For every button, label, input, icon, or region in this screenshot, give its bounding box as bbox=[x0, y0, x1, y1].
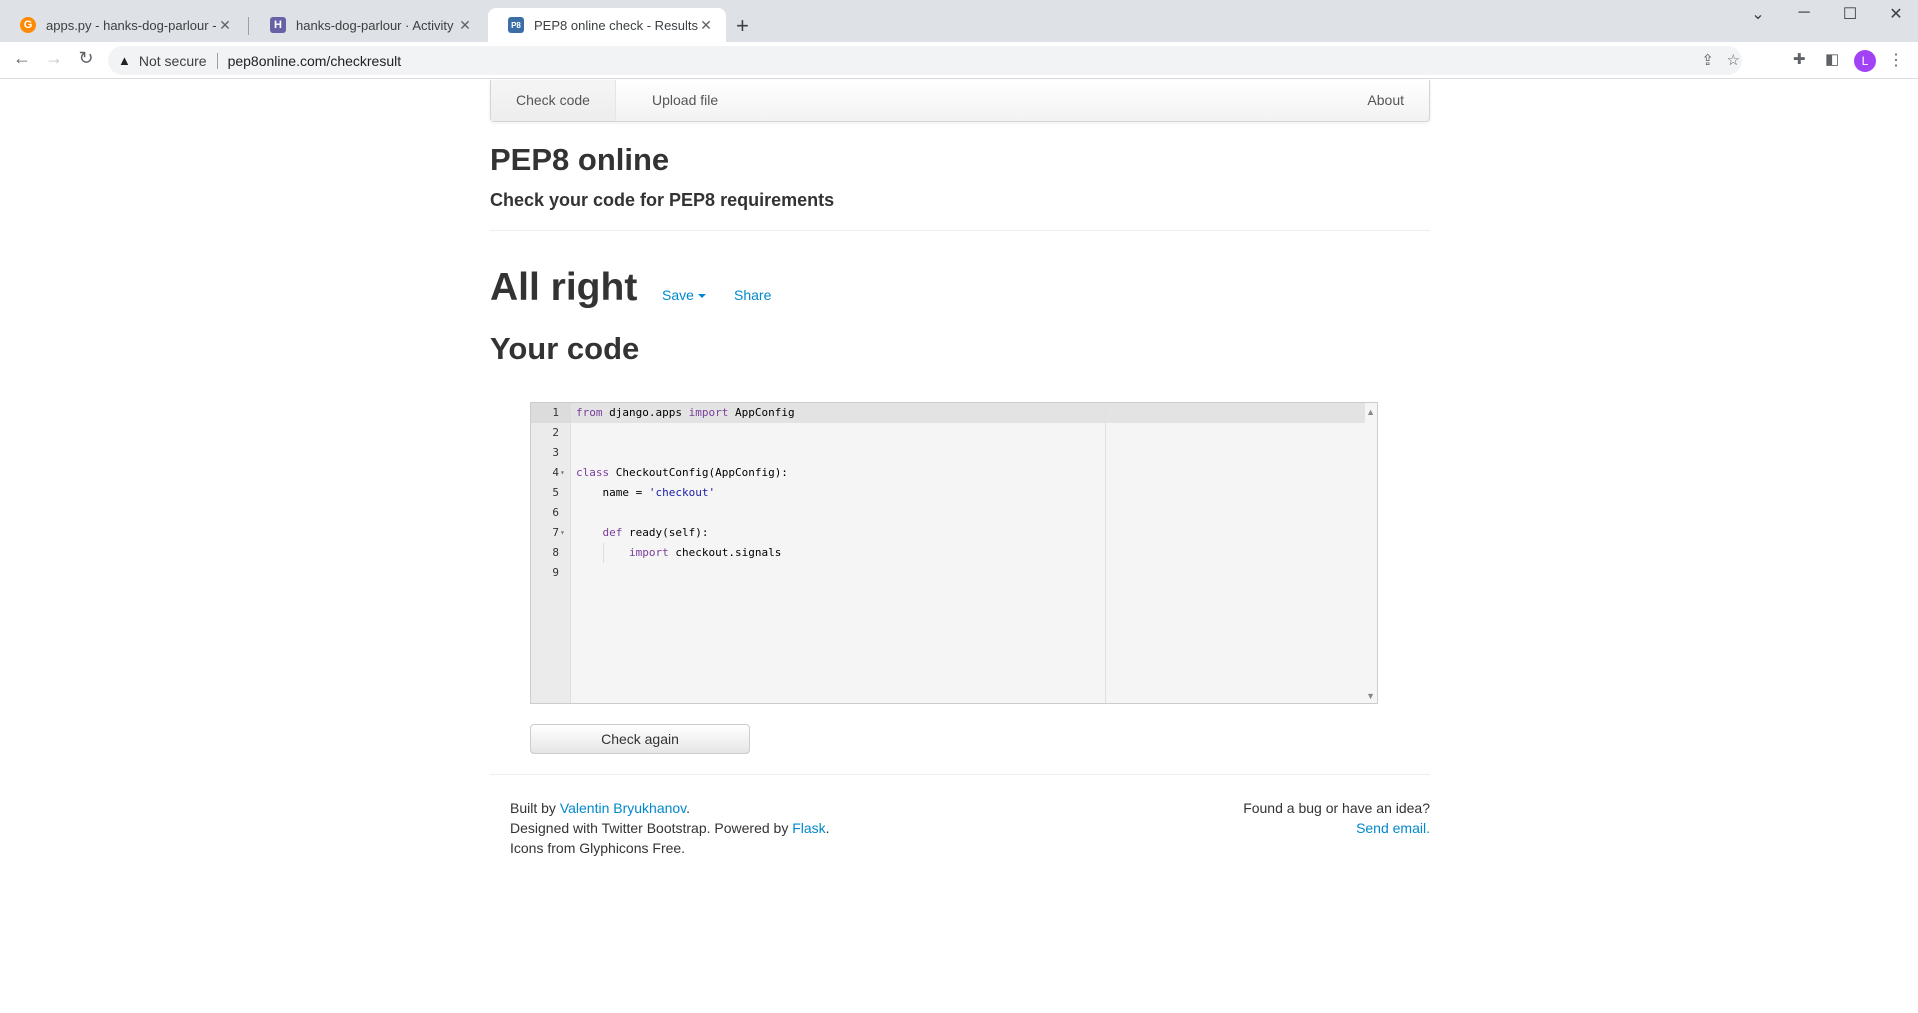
code-line: 3 bbox=[531, 443, 1365, 463]
code-lines: 1 from django.apps import AppConfig 2 3 … bbox=[531, 403, 1365, 583]
check-again-button[interactable]: Check again bbox=[530, 724, 750, 754]
forward-icon[interactable]: → bbox=[42, 48, 66, 69]
bug-text: Found a bug or have an idea? bbox=[1243, 800, 1430, 816]
send-email-link[interactable]: Send email. bbox=[1356, 820, 1430, 836]
pep8-icon: P8 bbox=[508, 17, 524, 33]
line-code: name = 'checkout' bbox=[576, 486, 716, 499]
code-line: 2 bbox=[531, 423, 1365, 443]
save-label: Save bbox=[662, 287, 694, 303]
designed-line: Designed with Twitter Bootstrap. Powered… bbox=[510, 820, 830, 836]
new-tab-button[interactable]: + bbox=[736, 13, 749, 39]
nav-check-code[interactable]: Check code bbox=[491, 80, 616, 121]
code-line: 1 from django.apps import AppConfig bbox=[531, 403, 1365, 423]
line-number: 7 bbox=[552, 526, 559, 539]
bookmark-star-icon[interactable]: ☆ bbox=[1727, 51, 1740, 69]
page-title: PEP8 online bbox=[490, 142, 670, 177]
heroku-icon: H bbox=[270, 17, 286, 33]
line-number: 9 bbox=[552, 566, 559, 579]
line-code: class CheckoutConfig(AppConfig): bbox=[576, 466, 788, 479]
share-page-icon[interactable]: ⇪ bbox=[1701, 51, 1714, 69]
line-number: 4 bbox=[552, 466, 559, 479]
line-code: import checkout.signals bbox=[628, 546, 782, 559]
reload-icon[interactable]: ↻ bbox=[74, 48, 98, 69]
code-line: 6 bbox=[531, 503, 1365, 523]
url-text[interactable]: pep8online.com/checkresult bbox=[228, 53, 402, 69]
line-number: 5 bbox=[552, 486, 559, 499]
icons-credit: Icons from Glyphicons Free. bbox=[510, 840, 686, 856]
footer-feedback: Found a bug or have an idea? Send email. bbox=[1243, 798, 1430, 838]
code-title: Your code bbox=[490, 331, 640, 366]
line-number: 2 bbox=[552, 426, 559, 439]
code-line: 8 import checkout.signals bbox=[531, 543, 1365, 563]
fold-arrow-icon[interactable]: ▾ bbox=[560, 523, 568, 543]
built-by-text: Built by bbox=[510, 800, 560, 816]
back-icon[interactable]: ← bbox=[10, 48, 34, 69]
line-number: 1 bbox=[552, 406, 559, 419]
line-number: 8 bbox=[552, 546, 559, 559]
tab-pep8-results[interactable]: P8 PEP8 online check - Results ✕ bbox=[488, 8, 726, 42]
line-number: 6 bbox=[552, 506, 559, 519]
share-link[interactable]: Share bbox=[734, 287, 771, 303]
divider bbox=[216, 52, 218, 69]
tab-divider bbox=[248, 17, 249, 35]
code-line: 5 name = 'checkout' bbox=[531, 483, 1365, 503]
site-navbar: Check code Upload file About bbox=[490, 80, 1430, 122]
footer-credits: Built by Valentin Bryukhanov. Designed w… bbox=[510, 798, 830, 858]
page-content: Check code Upload file About PEP8 online… bbox=[0, 80, 1918, 1013]
minimize-icon[interactable]: ─ bbox=[1781, 4, 1827, 22]
nav-about[interactable]: About bbox=[1342, 80, 1429, 121]
gitpod-icon: G bbox=[20, 17, 36, 33]
code-line: 4 ▾ class CheckoutConfig(AppConfig): bbox=[531, 463, 1365, 483]
tab-search-icon[interactable]: ⌄ bbox=[1735, 4, 1781, 24]
result-title: All right bbox=[490, 266, 638, 309]
maximize-icon[interactable]: ☐ bbox=[1827, 4, 1873, 24]
close-tab-icon[interactable]: ✕ bbox=[698, 17, 714, 34]
warning-icon[interactable]: ▲ bbox=[118, 53, 131, 68]
menu-icon[interactable]: ⋮ bbox=[1888, 50, 1904, 70]
tab-heroku-activity[interactable]: H hanks-dog-parlour · Activity | He ✕ bbox=[250, 8, 485, 42]
caret-down-icon bbox=[697, 294, 706, 299]
tab-title: PEP8 online check - Results bbox=[534, 17, 698, 33]
side-panel-icon[interactable]: ◧ bbox=[1825, 50, 1839, 68]
fold-arrow-icon[interactable]: ▾ bbox=[560, 463, 568, 483]
tab-title: hanks-dog-parlour · Activity | He bbox=[296, 17, 457, 33]
flask-link[interactable]: Flask bbox=[792, 820, 825, 836]
author-link[interactable]: Valentin Bryukhanov bbox=[560, 800, 686, 816]
line-number: 3 bbox=[552, 446, 559, 459]
scroll-down-icon[interactable]: ▼ bbox=[1366, 691, 1375, 701]
nav-upload-file[interactable]: Upload file bbox=[627, 80, 743, 121]
tab-strip: G apps.py - hanks-dog-parlour - Gi ✕ H h… bbox=[0, 0, 1918, 42]
browser-toolbar: ← → ↻ ▲ Not secure pep8online.com/checkr… bbox=[0, 42, 1918, 79]
divider bbox=[490, 230, 1430, 231]
tab-title: apps.py - hanks-dog-parlour - Gi bbox=[46, 17, 217, 33]
built-by-line: Built by Valentin Bryukhanov. bbox=[510, 800, 691, 816]
close-tab-icon[interactable]: ✕ bbox=[217, 17, 233, 34]
code-line: 7 ▾ def ready(self): bbox=[531, 523, 1365, 543]
code-line: 9 bbox=[531, 563, 1365, 583]
scroll-up-icon[interactable]: ▲ bbox=[1366, 407, 1375, 417]
tab-apps-py[interactable]: G apps.py - hanks-dog-parlour - Gi ✕ bbox=[0, 8, 245, 42]
line-code: from django.apps import AppConfig bbox=[576, 406, 795, 419]
save-dropdown[interactable]: Save bbox=[662, 287, 706, 303]
extensions-icon[interactable]: ✚ bbox=[1793, 50, 1806, 68]
code-editor[interactable]: 1 from django.apps import AppConfig 2 3 … bbox=[530, 402, 1378, 704]
page-subtitle: Check your code for PEP8 requirements bbox=[490, 190, 835, 210]
close-tab-icon[interactable]: ✕ bbox=[457, 17, 473, 34]
security-status[interactable]: Not secure bbox=[139, 53, 207, 69]
address-bar[interactable]: ▲ Not secure pep8online.com/checkresult … bbox=[108, 46, 1742, 75]
close-window-icon[interactable]: ✕ bbox=[1873, 4, 1918, 24]
avatar[interactable]: L bbox=[1854, 50, 1876, 72]
divider bbox=[490, 774, 1430, 775]
line-code: def ready(self): bbox=[602, 526, 709, 539]
designed-text: Designed with Twitter Bootstrap. Powered… bbox=[510, 820, 793, 836]
